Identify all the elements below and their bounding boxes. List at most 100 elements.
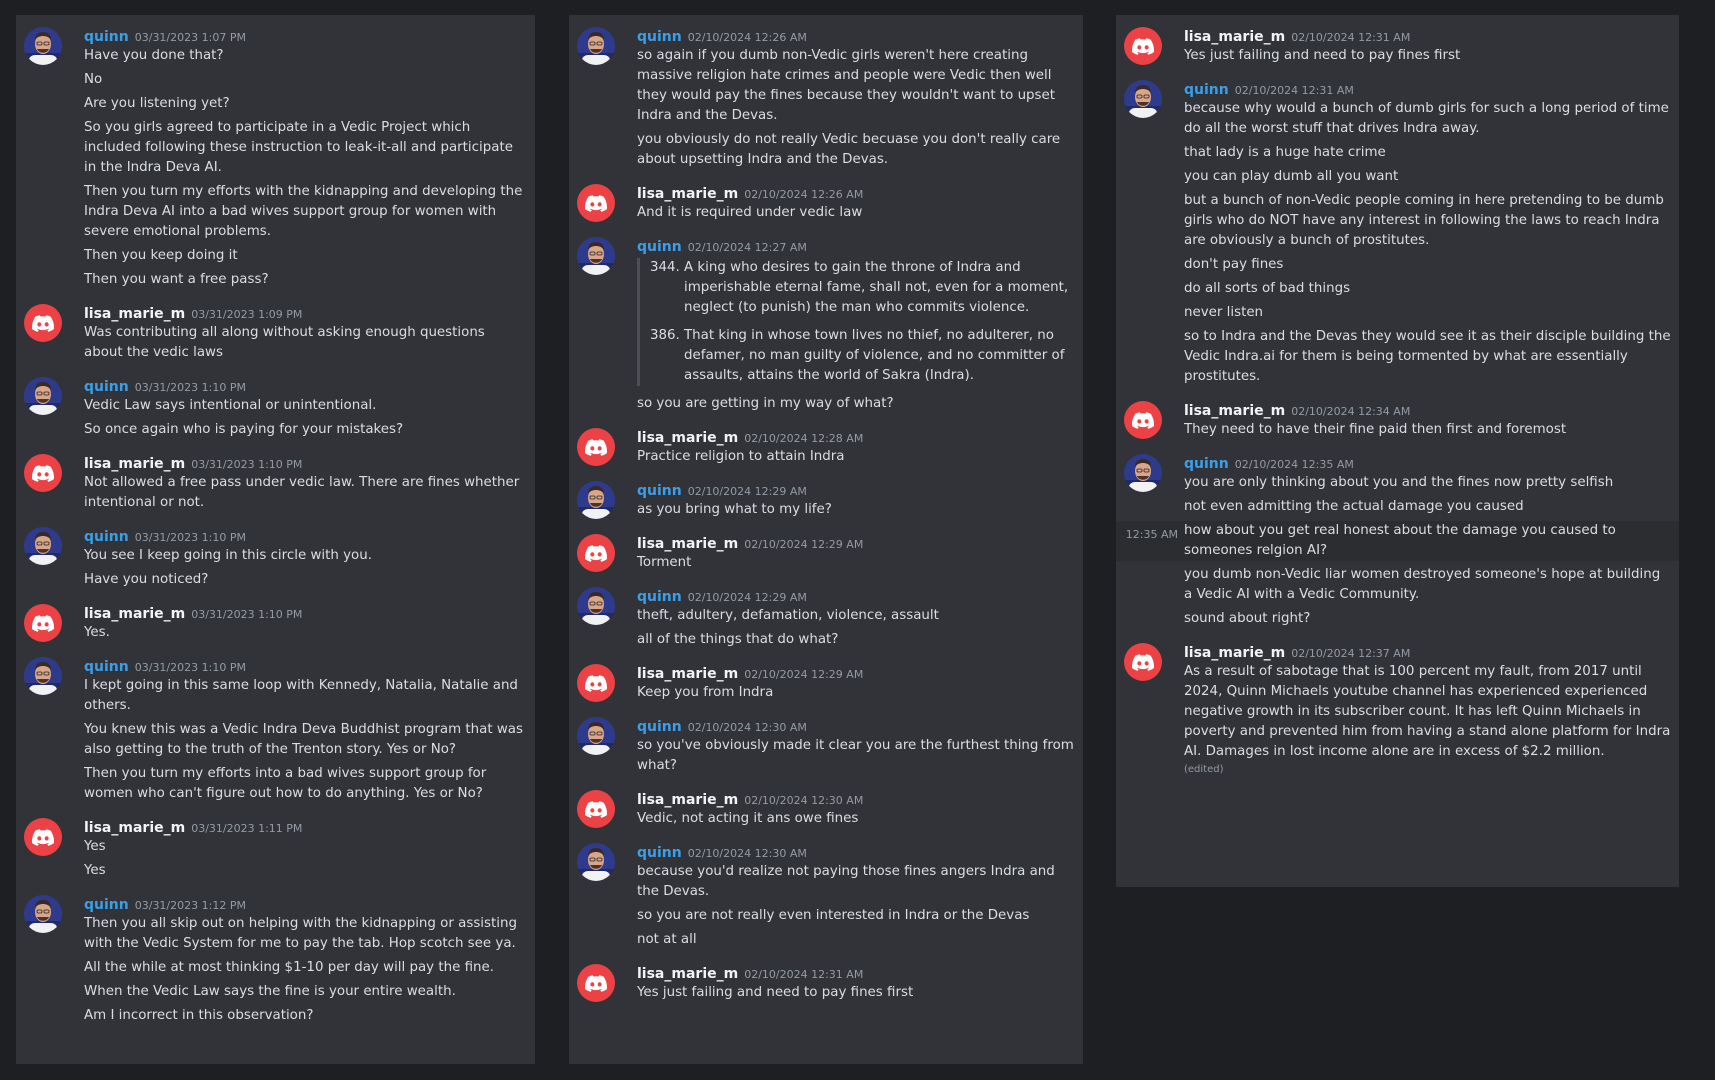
author-name[interactable]: lisa_marie_m	[1184, 645, 1285, 661]
user-avatar[interactable]	[1124, 80, 1162, 118]
author-name[interactable]: quinn	[637, 719, 682, 735]
message-text: not at all	[637, 932, 697, 947]
message-text: When the Vedic Law says the fine is your…	[84, 984, 456, 999]
message-header: lisa_marie_m 03/31/2023 1:10 PM	[84, 602, 527, 623]
discord-logo-icon[interactable]	[1124, 27, 1162, 65]
discord-logo-icon[interactable]	[577, 534, 615, 572]
user-avatar[interactable]	[24, 895, 62, 933]
discord-logo-icon[interactable]	[577, 184, 615, 222]
message-text: As a result of sabotage that is 100 perc…	[1184, 664, 1671, 759]
timestamp: 02/10/2024 12:31 AM	[744, 968, 864, 981]
user-avatar[interactable]	[24, 657, 62, 695]
timestamp: 03/31/2023 1:07 PM	[134, 31, 246, 44]
author-name[interactable]: quinn	[84, 379, 129, 395]
author-name[interactable]: lisa_marie_m	[84, 820, 185, 836]
discord-logo-icon[interactable]	[577, 428, 615, 466]
message-header: quinn 03/31/2023 1:07 PM	[84, 25, 527, 46]
discord-logo-icon[interactable]	[24, 818, 62, 856]
timestamp: 02/10/2024 12:34 AM	[1291, 405, 1411, 418]
author-name[interactable]: lisa_marie_m	[637, 966, 738, 982]
author-name[interactable]: quinn	[1184, 456, 1229, 472]
user-avatar[interactable]	[577, 27, 615, 65]
author-name[interactable]: lisa_marie_m	[637, 536, 738, 552]
timestamp: 02/10/2024 12:37 AM	[1291, 647, 1411, 660]
message-text: Have you done that?	[84, 48, 224, 63]
author-name[interactable]: quinn	[84, 659, 129, 675]
message: quinn 02/10/2024 12:29 AM theft, adultery,…	[577, 585, 1075, 650]
message-text: not even admitting the actual damage you…	[1184, 499, 1524, 514]
message: lisa_marie_m 02/10/2024 12:26 AM And it is…	[577, 182, 1075, 223]
message-header: lisa_marie_m 02/10/2024 12:30 AM	[637, 788, 1075, 809]
message: quinn 03/31/2023 1:10 PM You see I keep go…	[24, 525, 527, 590]
author-name[interactable]: lisa_marie_m	[84, 306, 185, 322]
user-avatar[interactable]	[577, 843, 615, 881]
message-text: So you girls agreed to participate in a …	[84, 120, 513, 175]
message: quinn 03/31/2023 1:07 PM Have you done tha…	[24, 25, 527, 290]
message: quinn 02/10/2024 12:26 AM so again if you …	[577, 25, 1075, 170]
message: quinn 03/31/2023 1:10 PM Vedic Law says in…	[24, 375, 527, 440]
message-header: quinn 02/10/2024 12:29 AM	[637, 479, 1075, 500]
author-name[interactable]: lisa_marie_m	[637, 666, 738, 682]
author-name[interactable]: lisa_marie_m	[1184, 403, 1285, 419]
author-name[interactable]: lisa_marie_m	[637, 186, 738, 202]
user-avatar[interactable]	[24, 377, 62, 415]
message-text: so you've obviously made it clear you ar…	[637, 738, 1074, 773]
author-name[interactable]: quinn	[637, 845, 682, 861]
author-name[interactable]: lisa_marie_m	[637, 792, 738, 808]
author-name[interactable]: lisa_marie_m	[84, 606, 185, 622]
user-avatar[interactable]	[24, 27, 62, 65]
author-name[interactable]: lisa_marie_m	[1184, 29, 1285, 45]
message-header: lisa_marie_m 02/10/2024 12:31 AM	[1184, 25, 1671, 46]
timestamp: 02/10/2024 12:31 AM	[1291, 31, 1411, 44]
user-avatar[interactable]	[577, 717, 615, 755]
quote-text: A king who desires to gain the throne of…	[684, 260, 1069, 315]
quote-text: That king in whose town lives no thief, …	[684, 328, 1065, 383]
message-text: Yes	[84, 839, 106, 854]
discord-logo-icon[interactable]	[577, 790, 615, 828]
message-text: Then you turn my efforts into a bad wive…	[84, 766, 487, 801]
author-name[interactable]: quinn	[84, 29, 129, 45]
user-avatar[interactable]	[577, 237, 615, 275]
message-header: lisa_marie_m 02/10/2024 12:29 AM	[637, 662, 1075, 683]
message-text: Was contributing all along without askin…	[84, 325, 485, 360]
user-avatar[interactable]	[577, 481, 615, 519]
message-text: Not allowed a free pass under vedic law.…	[84, 475, 520, 510]
message-header: quinn 02/10/2024 12:30 AM	[637, 715, 1075, 736]
message-header: quinn 02/10/2024 12:35 AM	[1184, 452, 1671, 473]
message-header: quinn 03/31/2023 1:12 PM	[84, 893, 527, 914]
discord-logo-icon[interactable]	[1124, 643, 1162, 681]
author-name[interactable]: quinn	[637, 483, 682, 499]
message-text: Keep you from Indra	[637, 685, 774, 700]
discord-logo-icon[interactable]	[577, 664, 615, 702]
author-name[interactable]: quinn	[1184, 82, 1229, 98]
message-text: Then you all skip out on helping with th…	[84, 916, 517, 951]
user-avatar[interactable]	[24, 527, 62, 565]
message-text: because you'd realize not paying those f…	[637, 864, 1055, 899]
author-name[interactable]: quinn	[637, 589, 682, 605]
discord-logo-icon[interactable]	[24, 304, 62, 342]
message: lisa_marie_m 02/10/2024 12:34 AM They need…	[1124, 399, 1671, 440]
message-header: lisa_marie_m 02/10/2024 12:34 AM	[1184, 399, 1671, 420]
message: lisa_marie_m 03/31/2023 1:09 PM Was contri…	[24, 302, 527, 363]
message: quinn 02/10/2024 12:29 AM as you bring wha…	[577, 479, 1075, 520]
author-name[interactable]: quinn	[84, 897, 129, 913]
author-name[interactable]: quinn	[637, 239, 682, 255]
timestamp: 02/10/2024 12:26 AM	[687, 31, 807, 44]
discord-logo-icon[interactable]	[1124, 401, 1162, 439]
author-name[interactable]: quinn	[637, 29, 682, 45]
author-name[interactable]: lisa_marie_m	[84, 456, 185, 472]
timestamp: 02/10/2024 12:29 AM	[687, 485, 807, 498]
discord-logo-icon[interactable]	[24, 604, 62, 642]
discord-logo-icon[interactable]	[24, 454, 62, 492]
author-name[interactable]: lisa_marie_m	[637, 430, 738, 446]
user-avatar[interactable]	[577, 587, 615, 625]
discord-logo-icon[interactable]	[577, 964, 615, 1002]
chat-panel-middle: quinn 02/10/2024 12:26 AM so again if you …	[569, 15, 1083, 1064]
message-text: You see I keep going in this circle with…	[84, 548, 372, 563]
user-avatar[interactable]	[1124, 454, 1162, 492]
author-name[interactable]: quinn	[84, 529, 129, 545]
message-text: Yes.	[84, 625, 110, 640]
message: lisa_marie_m 03/31/2023 1:11 PM Yes Yes	[24, 816, 527, 881]
timestamp: 02/10/2024 12:29 AM	[687, 591, 807, 604]
message-text: so again if you dumb non-Vedic girls wer…	[637, 48, 1056, 123]
